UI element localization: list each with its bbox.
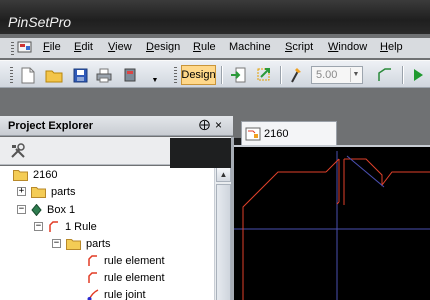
collapse-icon[interactable]: − [52, 239, 61, 248]
toolbar-separator [221, 66, 222, 84]
tools-icon[interactable] [10, 143, 26, 159]
close-icon[interactable]: × [215, 118, 222, 132]
play-icon [414, 69, 423, 81]
chevron-down-icon[interactable]: ▼ [350, 68, 361, 82]
new-file-button[interactable] [18, 65, 38, 85]
tree-node-label: Box 1 [47, 203, 76, 216]
main-toolbar: ▼ Design 5.00 ▼ [0, 60, 430, 88]
line-tool-button[interactable] [375, 65, 395, 85]
value-input[interactable]: 5.00 ▼ [311, 66, 363, 84]
expand-icon[interactable]: + [17, 187, 26, 196]
collapse-icon[interactable]: − [17, 205, 26, 214]
play-button[interactable] [408, 65, 428, 85]
tree-node-label: rule joint [104, 288, 146, 300]
save-button[interactable] [70, 65, 90, 85]
tree-node-root[interactable]: 2160 [13, 166, 57, 183]
menu-bar: File Edit View Design Rule Machine Scrip… [0, 38, 430, 58]
export-icon [257, 68, 270, 81]
tree-node-label: rule element [104, 254, 165, 267]
menu-help[interactable]: Help [380, 41, 403, 53]
scroll-thumb[interactable] [216, 184, 231, 300]
scroll-up-icon[interactable]: ▲ [216, 167, 231, 182]
project-tree: 2160 + parts − Box 1 − 1 Rule − parts ru… [0, 166, 214, 300]
title-bar: PinSetPro [0, 0, 430, 34]
rule-icon [49, 220, 58, 232]
pin-icon[interactable]: ⨁ [199, 118, 210, 131]
value-input-text: 5.00 [316, 69, 338, 81]
box-icon [31, 203, 42, 216]
tree-node-label: parts [51, 185, 76, 198]
folder-icon [66, 238, 81, 250]
folder-icon [13, 169, 28, 181]
open-button[interactable] [44, 65, 64, 85]
tree-node-rule[interactable]: − 1 Rule [34, 218, 97, 235]
menu-window[interactable]: Window [328, 41, 367, 53]
design-canvas[interactable] [234, 145, 430, 300]
tree-node-box[interactable]: − Box 1 [17, 201, 75, 218]
toolbar-separator-2 [280, 66, 281, 84]
menu-view[interactable]: View [108, 41, 132, 53]
export-button[interactable] [254, 65, 274, 85]
toolbar-grip[interactable] [10, 67, 13, 83]
line-tool-icon [378, 68, 391, 81]
menu-machine[interactable]: Machine [229, 41, 271, 53]
open-folder-icon [45, 70, 63, 82]
tree-node-rule-element[interactable]: rule element [87, 269, 165, 286]
menu-design[interactable]: Design [146, 41, 180, 53]
menu-file[interactable]: File [43, 41, 61, 53]
chevron-down-icon: ▼ [151, 76, 159, 84]
tree-scrollbar[interactable]: ▲ [214, 166, 231, 300]
pin-icon [291, 68, 301, 83]
print-button[interactable] [94, 65, 114, 85]
menu-rule[interactable]: Rule [193, 41, 216, 53]
menu-grip[interactable] [11, 42, 14, 55]
rule-element-icon [88, 271, 97, 283]
menu-edit[interactable]: Edit [74, 41, 93, 53]
tool-button[interactable] [120, 65, 140, 85]
tree-node-rule-parts[interactable]: − parts [52, 235, 110, 252]
import-button[interactable] [228, 65, 248, 85]
collapse-icon[interactable]: − [34, 222, 43, 231]
tree-node-rule-element[interactable]: rule element [87, 252, 165, 269]
tool-icon [124, 68, 136, 82]
toolbar-grip-2[interactable] [174, 67, 177, 83]
menu-script[interactable]: Script [285, 41, 313, 53]
print-icon [96, 68, 112, 82]
save-icon [73, 68, 87, 82]
import-icon [231, 67, 246, 83]
tree-node-label: parts [86, 237, 111, 250]
tree-node-label: 2160 [33, 168, 58, 181]
tree-node-parts[interactable]: + parts [17, 183, 75, 200]
dock-background [0, 88, 430, 116]
project-explorer-header: Project Explorer ⨁ × [0, 116, 233, 136]
tab-document[interactable]: 2160 [241, 121, 337, 146]
tree-node-label: 1 Rule [65, 220, 97, 233]
pin-button[interactable] [286, 65, 306, 85]
new-file-icon [21, 67, 35, 83]
rule-element-icon [88, 254, 97, 266]
folder-icon [31, 186, 46, 198]
toolbar-overflow-button[interactable]: ▼ [148, 65, 162, 85]
document-icon [245, 127, 261, 141]
tree-node-label: rule element [104, 271, 165, 284]
app-title: PinSetPro [8, 14, 72, 30]
rule-joint-icon [87, 288, 99, 300]
design-button[interactable]: Design [181, 65, 216, 85]
toolbar-separator-3 [402, 66, 403, 84]
app-menu-icon[interactable] [17, 41, 33, 54]
tab-label: 2160 [264, 128, 289, 140]
tree-node-rule-joint[interactable]: rule joint [87, 286, 146, 300]
design-drawing [234, 151, 430, 300]
project-explorer-title: Project Explorer [8, 120, 93, 132]
